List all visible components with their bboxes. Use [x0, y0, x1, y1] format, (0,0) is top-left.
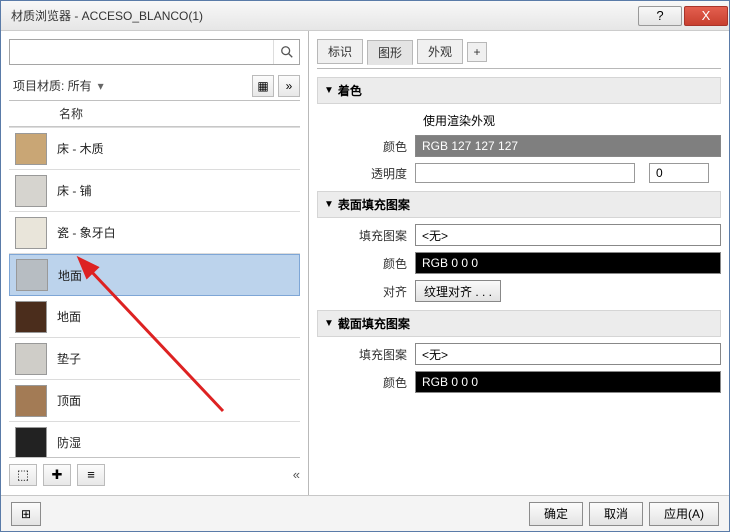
window-title: 材质浏览器 - ACCESO_BLANCO(1): [11, 7, 637, 24]
list-item[interactable]: 垫子: [9, 338, 300, 380]
view-mode-button[interactable]: ▦: [252, 75, 274, 97]
filter-dropdown-icon[interactable]: ▾: [98, 79, 104, 93]
surface-title: 表面填充图案: [338, 196, 410, 213]
footer: ⊞ 确定 取消 应用(A): [1, 495, 729, 531]
swatch-icon: [16, 259, 48, 291]
material-browser-dialog: 材质浏览器 - ACCESO_BLANCO(1) ? X 项目材质: 所有 ▾ …: [0, 0, 730, 532]
close-button[interactable]: X: [684, 6, 728, 26]
ok-button[interactable]: 确定: [529, 502, 583, 526]
left-toolbar: ⬚ ✚ ≡ «: [9, 457, 300, 487]
dialog-body: 项目材质: 所有 ▾ ▦ » 名称 床 - 木质 床 - 铺 瓷 - 象牙白 地…: [1, 31, 729, 495]
left-panel: 项目材质: 所有 ▾ ▦ » 名称 床 - 木质 床 - 铺 瓷 - 象牙白 地…: [1, 31, 309, 495]
apply-button[interactable]: 应用(A): [649, 502, 719, 526]
surface-section: ▼ 表面填充图案 填充图案 <无> 颜色 RGB 0 0 0 对齐 纹理对齐 . …: [317, 191, 721, 302]
shading-title: 着色: [338, 82, 362, 99]
surface-pattern-value[interactable]: <无>: [415, 224, 721, 246]
tabs: 标识 图形 外观 +: [317, 39, 721, 69]
cut-pattern-value[interactable]: <无>: [415, 343, 721, 365]
add-material-button[interactable]: ✚: [43, 464, 71, 486]
use-render-label: 使用渲染外观: [423, 112, 495, 129]
tab-graphics[interactable]: 图形: [367, 40, 413, 65]
texture-align-button[interactable]: 纹理对齐 . . .: [415, 280, 501, 302]
list-mode-button[interactable]: ≡: [77, 464, 105, 486]
cut-color-value[interactable]: RGB 0 0 0: [415, 371, 721, 393]
help-button[interactable]: ?: [638, 6, 682, 26]
collapse-icon: ▼: [324, 199, 334, 210]
library-button[interactable]: ⬚: [9, 464, 37, 486]
cut-section: ▼ 截面填充图案 填充图案 <无> 颜色 RGB 0 0 0: [317, 310, 721, 393]
shading-color-label: 颜色: [317, 138, 415, 155]
list-item[interactable]: 床 - 铺: [9, 170, 300, 212]
collapse-icon: ▼: [324, 318, 334, 329]
surface-header[interactable]: ▼ 表面填充图案: [317, 191, 721, 218]
swatch-icon: [15, 343, 47, 375]
list-item[interactable]: 瓷 - 象牙白: [9, 212, 300, 254]
list-item-label: 防湿: [57, 434, 81, 451]
swatch-icon: [15, 133, 47, 165]
titlebar[interactable]: 材质浏览器 - ACCESO_BLANCO(1) ? X: [1, 1, 729, 31]
swatch-icon: [15, 175, 47, 207]
swatch-icon: [15, 385, 47, 417]
cancel-button[interactable]: 取消: [589, 502, 643, 526]
list-item-label: 瓷 - 象牙白: [57, 224, 116, 241]
tab-appearance[interactable]: 外观: [417, 39, 463, 64]
tab-identity[interactable]: 标识: [317, 39, 363, 64]
filter-row: 项目材质: 所有 ▾ ▦ »: [9, 71, 300, 101]
list-item-label: 床 - 铺: [57, 182, 92, 199]
list-item-label: 地面: [57, 308, 81, 325]
swatch-icon: [15, 301, 47, 333]
list-item-label: 顶面: [57, 392, 81, 409]
list-item-label: 垫子: [57, 350, 81, 367]
list-item[interactable]: 顶面: [9, 380, 300, 422]
transparency-value[interactable]: 0: [649, 163, 709, 183]
list-header-name[interactable]: 名称: [9, 101, 300, 127]
surface-align-label: 对齐: [317, 283, 415, 300]
collapse-icon: ▼: [324, 85, 334, 96]
cut-header[interactable]: ▼ 截面填充图案: [317, 310, 721, 337]
list-item[interactable]: 地面: [9, 296, 300, 338]
surface-color-label: 颜色: [317, 255, 415, 272]
list-item[interactable]: 床 - 木质: [9, 128, 300, 170]
filter-label[interactable]: 项目材质: 所有: [9, 77, 96, 94]
right-panel: 标识 图形 外观 + ▼ 着色 使用渲染外观 颜色 RGB 127 127 127…: [309, 31, 729, 495]
list-item-label: 床 - 木质: [57, 140, 104, 157]
cut-pattern-label: 填充图案: [317, 346, 415, 363]
list-item[interactable]: 防湿: [9, 422, 300, 457]
expand-icon[interactable]: «: [293, 467, 300, 482]
surface-color-value[interactable]: RGB 0 0 0: [415, 252, 721, 274]
cut-color-label: 颜色: [317, 374, 415, 391]
shading-color-value[interactable]: RGB 127 127 127: [415, 135, 721, 157]
search-icon[interactable]: [273, 40, 299, 64]
more-button[interactable]: »: [278, 75, 300, 97]
shading-header[interactable]: ▼ 着色: [317, 77, 721, 104]
shading-section: ▼ 着色 使用渲染外观 颜色 RGB 127 127 127 透明度 0: [317, 77, 721, 183]
use-render-row: 使用渲染外观: [417, 112, 721, 129]
search-input[interactable]: [10, 40, 273, 64]
list-item-selected[interactable]: 地面: [9, 254, 300, 296]
material-list[interactable]: 床 - 木质 床 - 铺 瓷 - 象牙白 地面 地面 垫子 顶面 防湿: [9, 127, 300, 457]
search-row: [9, 39, 300, 65]
transparency-slider[interactable]: [415, 163, 635, 183]
tab-add-button[interactable]: +: [467, 42, 487, 62]
cut-title: 截面填充图案: [338, 315, 410, 332]
swatch-icon: [15, 427, 47, 458]
footer-icon-button[interactable]: ⊞: [11, 502, 41, 526]
transparency-label: 透明度: [317, 165, 415, 182]
list-item-label: 地面: [58, 267, 82, 284]
surface-pattern-label: 填充图案: [317, 227, 415, 244]
swatch-icon: [15, 217, 47, 249]
